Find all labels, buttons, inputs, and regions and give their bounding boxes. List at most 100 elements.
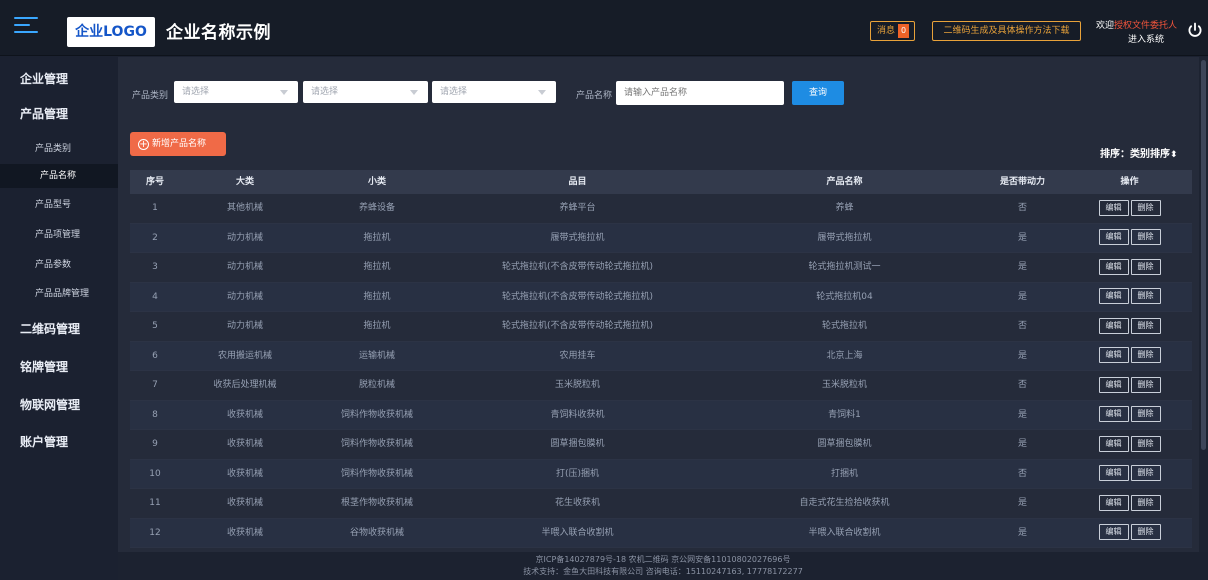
nav-iot[interactable]: 物联网管理	[20, 396, 80, 413]
edit-button[interactable]: 编辑	[1098, 406, 1129, 422]
menu-toggle-icon[interactable]	[14, 17, 38, 39]
edit-button[interactable]: 编辑	[1098, 494, 1129, 511]
cell-minor-category: 拖拉机	[363, 291, 391, 302]
cell-major-category: 农用搬运机械	[217, 350, 272, 361]
welcome-label: 欢迎	[1096, 21, 1115, 31]
add-product-name-button[interactable]: + 新增产品名称	[130, 132, 226, 156]
delete-button[interactable]: 删除	[1130, 435, 1161, 452]
edit-button[interactable]: 编辑	[1098, 229, 1129, 245]
cell-powered: 是	[1017, 498, 1027, 508]
cell-index: 12	[149, 527, 161, 538]
nav-product-param[interactable]: 产品参数	[0, 253, 118, 277]
table-row: 4 动力机械 拖拉机 轮式拖拉机(不含皮带传动轮式拖拉机) 轮式拖拉机04 是 编辑 删除	[130, 282, 1192, 312]
cell-index: 1	[152, 203, 158, 213]
edit-button[interactable]: 编辑	[1098, 465, 1129, 481]
chevron-down-icon	[280, 90, 288, 95]
cell-index: 7	[152, 380, 158, 390]
col-major-category: 大类	[235, 177, 254, 187]
col-product-name: 产品名称	[826, 177, 863, 187]
company-name: 企业名称示例	[166, 23, 271, 43]
cell-actions: 编辑 删除	[1067, 283, 1192, 312]
col-powered: 是否带动力	[999, 177, 1045, 187]
delete-button[interactable]: 删除	[1130, 317, 1161, 334]
company-logo: 企业LOGO	[67, 17, 155, 47]
cell-index: 2	[152, 232, 158, 243]
table-row: 11 收获机械 根茎作物收获机械 花生收获机 自走式花生捡拾收获机 是 编辑 删除	[130, 489, 1192, 519]
cell-actions: 编辑 删除	[1067, 224, 1192, 253]
cell-item: 玉米脱粒机	[554, 380, 600, 390]
sort-label: 排序：类别排序	[1100, 149, 1170, 160]
category-select-2[interactable]: 请选择	[303, 81, 428, 103]
sort-icon: ⬍	[1170, 150, 1178, 160]
chevron-down-icon	[410, 90, 418, 95]
enter-system-link[interactable]: 进入系统	[1128, 32, 1164, 45]
category-select-1[interactable]: 请选择	[174, 81, 298, 103]
delete-button[interactable]: 删除	[1130, 524, 1161, 540]
delete-button[interactable]: 删除	[1130, 465, 1161, 481]
category-filter-label: 产品类别	[132, 91, 169, 101]
cell-minor-category: 饲料作物收获机械	[340, 439, 413, 449]
cell-index: 11	[149, 498, 161, 508]
scrollbar-thumb[interactable]	[1201, 60, 1206, 450]
cell-index: 10	[149, 468, 161, 479]
cell-item: 履带式拖拉机	[550, 232, 605, 243]
cell-minor-category: 饲料作物收获机械	[340, 468, 413, 479]
cell-powered: 是	[1017, 527, 1027, 538]
edit-button[interactable]: 编辑	[1098, 317, 1129, 334]
cell-index: 5	[152, 321, 158, 331]
nav-qrcode[interactable]: 二维码管理	[20, 320, 80, 337]
cell-major-category: 动力机械	[226, 291, 263, 302]
delete-button[interactable]: 删除	[1130, 376, 1161, 393]
footer-support-line: 技术支持：金鱼大田科技有限公司 咨询电话：15110247163, 177781…	[523, 567, 803, 576]
cell-product-name: 玉米脱粒机	[821, 380, 867, 390]
footer-icp-line: 京ICP备14027879号-18 农机二维码 京公网安备11010802027…	[535, 555, 791, 564]
col-index: 序号	[145, 177, 164, 187]
delete-button[interactable]: 删除	[1130, 288, 1161, 304]
nav-account[interactable]: 账户管理	[20, 433, 68, 450]
nav-product-model[interactable]: 产品型号	[0, 193, 118, 217]
delete-button[interactable]: 删除	[1130, 406, 1161, 422]
category-select-3[interactable]: 请选择	[432, 81, 556, 103]
product-name-search-input[interactable]	[616, 81, 784, 105]
col-item: 品目	[568, 177, 587, 187]
messages-button[interactable]: 消息 0	[870, 21, 916, 41]
delete-button[interactable]: 删除	[1130, 199, 1161, 216]
nav-product-brand[interactable]: 产品品牌管理	[0, 282, 118, 306]
messages-label: 消息	[877, 26, 896, 36]
cell-item: 圆草捆包膜机	[550, 439, 605, 449]
nav-product-name[interactable]: 产品名称	[0, 164, 118, 188]
edit-button[interactable]: 编辑	[1098, 288, 1129, 304]
cell-actions: 编辑 删除	[1067, 401, 1192, 430]
nav-product-item[interactable]: 产品项管理	[0, 223, 118, 247]
edit-button[interactable]: 编辑	[1098, 524, 1129, 540]
cell-actions: 编辑 删除	[1067, 371, 1192, 400]
search-button[interactable]: 查询	[792, 81, 844, 105]
nav-enterprise[interactable]: 企业管理	[20, 70, 68, 87]
edit-button[interactable]: 编辑	[1098, 347, 1129, 363]
cell-powered: 是	[1017, 409, 1027, 420]
cell-minor-category: 脱粒机械	[358, 380, 395, 390]
edit-button[interactable]: 编辑	[1098, 199, 1129, 216]
cell-index: 4	[152, 291, 158, 302]
delete-button[interactable]: 删除	[1130, 258, 1161, 275]
power-icon[interactable]	[1187, 22, 1203, 38]
delete-button[interactable]: 删除	[1130, 229, 1161, 245]
cell-minor-category: 拖拉机	[363, 232, 391, 243]
user-name[interactable]: 授权文件委托人	[1114, 21, 1177, 31]
cell-actions: 编辑 删除	[1067, 194, 1192, 223]
delete-button[interactable]: 删除	[1130, 347, 1161, 363]
nav-product-category[interactable]: 产品类别	[0, 137, 118, 161]
cell-powered: 是	[1017, 350, 1027, 361]
delete-button[interactable]: 删除	[1130, 494, 1161, 511]
nav-product[interactable]: 产品管理	[20, 105, 68, 122]
nav-nameplate[interactable]: 铭牌管理	[20, 358, 68, 375]
table-header: 序号 大类 小类 品目 产品名称 是否带动力 操作	[130, 170, 1192, 194]
edit-button[interactable]: 编辑	[1098, 376, 1129, 393]
table-row: 1 其他机械 养蜂设备 养蜂平台 养蜂 否 编辑 删除	[130, 194, 1192, 224]
qr-guide-download-button[interactable]: 二维码生成及具体操作方法下载	[932, 21, 1081, 41]
edit-button[interactable]: 编辑	[1098, 258, 1129, 275]
sort-toggle[interactable]: 排序：类别排序⬍	[1100, 145, 1178, 160]
cell-major-category: 动力机械	[226, 262, 263, 272]
edit-button[interactable]: 编辑	[1098, 435, 1129, 452]
cell-product-name: 养蜂	[835, 203, 854, 213]
